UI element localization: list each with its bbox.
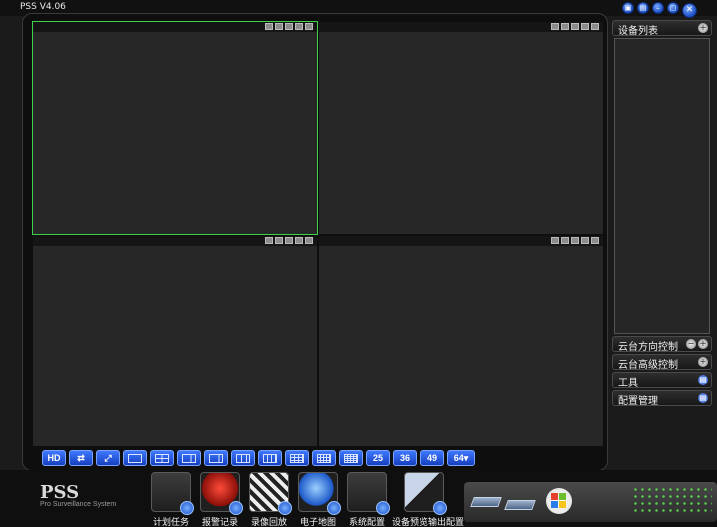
hard-disk-icon — [470, 497, 502, 507]
system-config-button[interactable]: 系统配置 — [345, 472, 390, 527]
close-icon[interactable]: ✕ — [682, 3, 697, 18]
record-icon[interactable] — [275, 23, 283, 30]
split-13-button[interactable] — [258, 450, 282, 466]
split-25-button[interactable]: 25 — [366, 450, 390, 466]
minimize-icon[interactable]: – — [652, 2, 664, 14]
ptz-direction-header[interactable]: 云台方向控制 − + — [612, 336, 712, 353]
ptz-advanced-header[interactable]: 云台高级控制 + — [612, 354, 712, 371]
lock-icon[interactable]: ▣ — [622, 2, 634, 14]
right-panel: 设备列表 + 云台方向控制 − + 云台高级控制 + 工具 ▤ 配置管理 ▤ — [612, 18, 712, 518]
layout-toolbar: HD ⇄ ⤢ 25 36 49 64▾ — [42, 450, 475, 466]
windows-logo-icon — [546, 488, 572, 514]
zoom-icon[interactable] — [295, 23, 303, 30]
split-64-dropdown[interactable]: 64▾ — [447, 450, 475, 466]
split-49-button[interactable]: 49 — [420, 450, 444, 466]
pane-close-icon[interactable] — [305, 237, 313, 244]
window-icon[interactable]: ▤ — [698, 393, 708, 403]
bottom-bar: PSS Pro Surveillance System 计划任务 报警记录 录像… — [0, 470, 717, 527]
snapshot-icon[interactable] — [265, 237, 273, 244]
expand-icon[interactable]: + — [698, 23, 708, 33]
expand-icon[interactable]: + — [698, 339, 708, 349]
e-map-button[interactable]: 电子地图 — [296, 472, 341, 527]
clapperboard-icon — [249, 472, 292, 515]
config-mgmt-label: 配置管理 — [618, 396, 658, 407]
expand-icon[interactable]: + — [698, 357, 708, 367]
restore-icon[interactable]: ▢ — [667, 2, 679, 14]
video-pane-4[interactable] — [319, 236, 603, 446]
app-title: PSS V4.06 — [20, 2, 66, 12]
zoom-icon[interactable] — [295, 237, 303, 244]
split-6-button[interactable] — [177, 450, 201, 466]
split-8-button[interactable] — [204, 450, 228, 466]
info-icon[interactable]: ▤ — [637, 2, 649, 14]
task-schedule-button[interactable]: 计划任务 — [149, 472, 194, 527]
device-list[interactable] — [614, 38, 710, 334]
audio-icon[interactable] — [571, 237, 579, 244]
brand-logo: PSS Pro Surveillance System — [40, 482, 116, 508]
brand-name: PSS — [40, 482, 80, 503]
pane-close-icon[interactable] — [591, 237, 599, 244]
camera-schedule-icon — [151, 472, 194, 515]
video-pane-2[interactable] — [319, 22, 603, 234]
status-tray — [464, 482, 717, 522]
fullscreen-button[interactable]: ⤢ — [96, 450, 120, 466]
pane-toolbar — [319, 236, 603, 246]
status-led-grid — [632, 486, 712, 516]
playback-button[interactable]: 录像回放 — [247, 472, 292, 527]
ptz-advanced-label: 云台高级控制 — [618, 360, 678, 371]
record-icon[interactable] — [275, 237, 283, 244]
snapshot-icon[interactable] — [265, 23, 273, 30]
pane-toolbar — [33, 236, 317, 246]
split-4-button[interactable] — [150, 450, 174, 466]
snapshot-icon[interactable] — [551, 23, 559, 30]
preview-output-config-button[interactable]: 设备预览输出配置 — [392, 472, 464, 527]
alarm-siren-icon — [200, 472, 243, 515]
audio-icon[interactable] — [285, 23, 293, 30]
pane-close-icon[interactable] — [305, 23, 313, 30]
video-pane-3[interactable] — [33, 236, 317, 446]
brand-subtitle: Pro Surveillance System — [40, 501, 117, 508]
config-mgmt-header[interactable]: 配置管理 ▤ — [612, 390, 712, 407]
pane-toolbar — [33, 22, 317, 32]
record-icon[interactable] — [561, 237, 569, 244]
audio-icon[interactable] — [571, 23, 579, 30]
split-36-button[interactable]: 36 — [393, 450, 417, 466]
system-settings-icon — [347, 472, 390, 515]
split-24-button[interactable] — [339, 450, 363, 466]
snapshot-icon[interactable] — [551, 237, 559, 244]
window-icon[interactable]: ▤ — [698, 375, 708, 385]
alarm-record-button[interactable]: 报警记录 — [198, 472, 243, 527]
pane-toolbar — [319, 22, 603, 32]
zoom-icon[interactable] — [581, 237, 589, 244]
split-1-button[interactable] — [123, 450, 147, 466]
ptz-direction-label: 云台方向控制 — [618, 342, 678, 353]
split-16-button[interactable] — [285, 450, 309, 466]
swap-view-button[interactable]: ⇄ — [69, 450, 93, 466]
device-list-header[interactable]: 设备列表 + — [612, 20, 712, 37]
device-list-label: 设备列表 — [618, 26, 658, 37]
tools-label: 工具 — [618, 378, 638, 389]
record-icon[interactable] — [561, 23, 569, 30]
hard-disk-icon — [504, 500, 536, 510]
collapse-icon[interactable]: − — [686, 339, 696, 349]
audio-icon[interactable] — [285, 237, 293, 244]
split-9-button[interactable] — [231, 450, 255, 466]
preview-output-config-icon — [404, 472, 447, 515]
split-20-button[interactable] — [312, 450, 336, 466]
tools-header[interactable]: 工具 ▤ — [612, 372, 712, 389]
video-pane-1[interactable] — [32, 21, 318, 235]
zoom-icon[interactable] — [581, 23, 589, 30]
globe-map-icon — [298, 472, 341, 515]
hd-button[interactable]: HD — [42, 450, 66, 466]
pane-close-icon[interactable] — [591, 23, 599, 30]
